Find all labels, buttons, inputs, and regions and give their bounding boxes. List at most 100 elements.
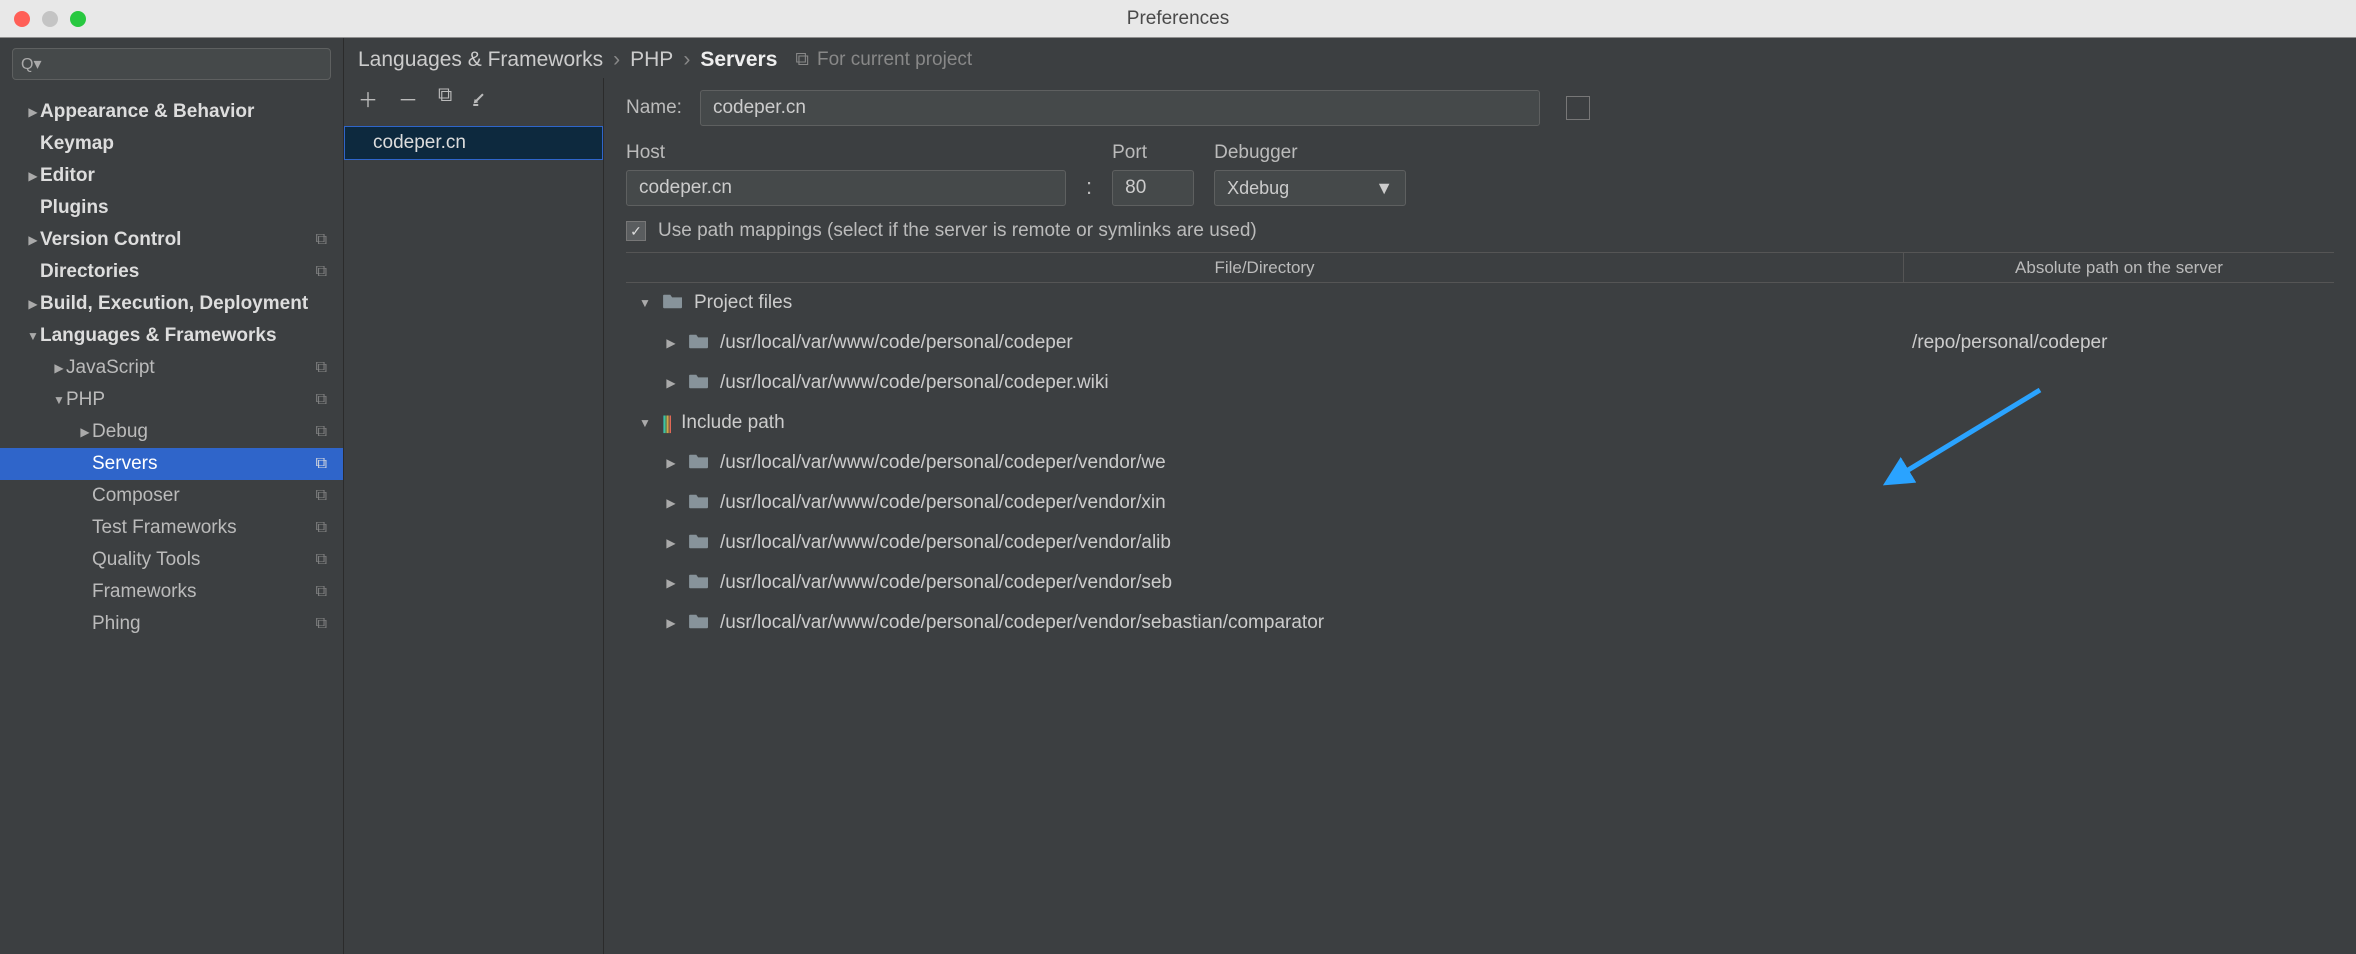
project-scope-icon: ⧉ [316,551,327,569]
port-label: Port [1112,142,1194,164]
sidebar-item-frameworks[interactable]: Frameworks⧉ [0,576,343,608]
mapping-path: /usr/local/var/www/code/personal/codeper… [720,372,1109,394]
breadcrumb: Languages & Frameworks › PHP › Servers [358,48,777,72]
mapping-row[interactable]: ▼Project files [626,283,2334,323]
share-checkbox[interactable] [1566,96,1590,120]
mapping-path: /usr/local/var/www/code/personal/codeper… [720,572,1172,594]
folder-icon [688,492,710,515]
name-input[interactable] [700,90,1540,126]
sidebar-item-appearance-behavior[interactable]: ▶Appearance & Behavior [0,96,343,128]
mapping-path: /usr/local/var/www/code/personal/codeper… [720,532,1171,554]
sidebar-item-label: Build, Execution, Deployment [40,293,308,315]
folder-icon [688,372,710,395]
settings-tree: ▶Appearance & BehaviorKeymap▶EditorPlugi… [0,90,343,954]
sidebar-item-languages-frameworks[interactable]: ▼Languages & Frameworks [0,320,343,352]
project-scope-icon: ⧉ [316,615,327,633]
folder-icon [662,292,684,315]
sidebar-item-quality-tools[interactable]: Quality Tools⧉ [0,544,343,576]
sidebar-item-keymap[interactable]: Keymap [0,128,343,160]
project-scope-indicator: ⧉ For current project [795,49,972,71]
sidebar-item-javascript[interactable]: ▶JavaScript⧉ [0,352,343,384]
sidebar-item-label: Servers [92,453,157,475]
sidebar-item-php[interactable]: ▼PHP ⧉ [0,384,343,416]
project-scope-icon: ⧉ [316,519,327,537]
mapping-row[interactable]: ▶ /usr/local/var/www/code/personal/codepe… [626,323,2334,363]
mapping-path: /usr/local/var/www/code/personal/codeper… [720,492,1166,514]
remove-button[interactable]: － [398,84,418,118]
sidebar-item-label: Phing [92,613,141,635]
col-absolute-path[interactable]: Absolute path on the server [1904,253,2334,282]
mapping-path: Project files [694,292,792,314]
server-list-item[interactable]: codeper.cn [344,126,603,160]
chevron-right-icon: ▶ [664,376,678,390]
sidebar-item-plugins[interactable]: Plugins [0,192,343,224]
list-toolbar: ＋ － ⧉ ⭹ [344,78,603,126]
add-button[interactable]: ＋ [358,84,378,118]
mapping-path: Include path [681,412,785,434]
path-mappings-checkbox[interactable]: ✓ [626,221,646,241]
project-scope-icon: ⧉ [316,231,327,249]
chevron-right-icon: ▶ [664,336,678,350]
mapping-row[interactable]: ▶ /usr/local/var/www/code/personal/codepe… [626,363,2334,403]
search-input[interactable]: Q▾ [12,48,331,80]
window-title: Preferences [1127,8,1229,30]
server-list: codeper.cn [344,126,603,954]
chevron-right-icon: ▶ [52,361,66,375]
sidebar-item-composer[interactable]: Composer⧉ [0,480,343,512]
chevron-right-icon: ▶ [664,616,678,630]
sidebar-item-build-execution-deployment[interactable]: ▶Build, Execution, Deployment [0,288,343,320]
name-label: Name: [626,97,682,119]
import-button[interactable]: ⭹ [472,84,484,118]
colon-separator: : [1086,174,1092,206]
host-input[interactable] [626,170,1066,206]
project-scope-icon: ⧉ [316,263,327,281]
chevron-right-icon: › [683,48,690,72]
port-input[interactable] [1112,170,1194,206]
col-file-directory[interactable]: File/Directory [626,253,1904,282]
path-mappings-table: File/Directory Absolute path on the serv… [626,252,2334,643]
chevron-down-icon: ▼ [52,393,66,407]
sidebar-item-label: Keymap [40,133,114,155]
breadcrumb-b[interactable]: PHP [630,48,673,72]
mapping-row[interactable]: ▶/usr/local/var/www/code/personal/codepe… [626,563,2334,603]
server-settings-panel: Name: Host : Port [604,78,2356,954]
folder-icon [688,572,710,595]
project-indicator-label: For current project [817,49,972,71]
titlebar: Preferences [0,0,2356,38]
mapping-row[interactable]: ▶/usr/local/var/www/code/personal/codepe… [626,523,2334,563]
close-window[interactable] [14,11,30,27]
chevron-down-icon: ▼ [1375,178,1393,199]
breadcrumb-c: Servers [700,48,777,72]
chevron-right-icon: ▶ [78,425,92,439]
mapping-absolute-path[interactable]: /repo/personal/codeper [1904,332,2334,354]
zoom-window[interactable] [70,11,86,27]
mapping-row[interactable]: ▼|||Include path [626,403,2334,443]
sidebar-item-version-control[interactable]: ▶Version Control ⧉ [0,224,343,256]
project-scope-icon: ⧉ [316,359,327,377]
sidebar-item-editor[interactable]: ▶Editor [0,160,343,192]
server-list-panel: ＋ － ⧉ ⭹ codeper.cn [344,78,604,954]
copy-icon: ⧉ [795,49,809,71]
sidebar-item-label: Version Control [40,229,181,251]
mapping-row[interactable]: ▶/usr/local/var/www/code/personal/codepe… [626,603,2334,643]
minimize-window[interactable] [42,11,58,27]
sidebar-item-label: PHP [66,389,105,411]
mapping-path: /usr/local/var/www/code/personal/codeper… [720,452,1166,474]
mapping-path: /usr/local/var/www/code/personal/codeper [720,332,1073,354]
folder-icon [688,612,710,635]
mapping-row[interactable]: ▶/usr/local/var/www/code/personal/codepe… [626,443,2334,483]
sidebar-item-debug[interactable]: ▶Debug⧉ [0,416,343,448]
project-scope-icon: ⧉ [316,391,327,409]
sidebar-item-phing[interactable]: Phing ⧉ [0,608,343,640]
sidebar-item-label: Editor [40,165,95,187]
sidebar-item-test-frameworks[interactable]: Test Frameworks⧉ [0,512,343,544]
chevron-right-icon: ▶ [26,233,40,247]
debugger-select[interactable]: Xdebug ▼ [1214,170,1406,206]
mapping-row[interactable]: ▶/usr/local/var/www/code/personal/codepe… [626,483,2334,523]
preferences-sidebar: Q▾ ▶Appearance & BehaviorKeymap▶EditorPl… [0,38,344,954]
breadcrumb-a[interactable]: Languages & Frameworks [358,48,603,72]
sidebar-item-servers[interactable]: Servers⧉ [0,448,343,480]
sidebar-item-directories[interactable]: Directories⧉ [0,256,343,288]
host-label: Host [626,142,1066,164]
copy-button[interactable]: ⧉ [438,84,452,118]
